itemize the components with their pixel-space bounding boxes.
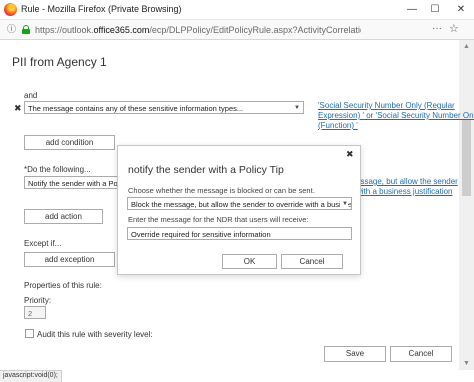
condition-link-line-2[interactable]: Expression) ' or 'Social Security Number…	[318, 111, 474, 121]
scroll-thumb[interactable]	[462, 120, 471, 196]
save-button[interactable]: Save	[324, 346, 386, 362]
maximize-button[interactable]: ☐	[426, 1, 444, 18]
choose-label: Choose whether the message is blocked or…	[128, 186, 315, 195]
action-link-line-2[interactable]: with a business justification	[356, 187, 453, 197]
block-option-value: Block the message, but allow the sender …	[131, 200, 351, 209]
condition-link-line-1[interactable]: 'Social Security Number Only (Regular	[318, 101, 455, 111]
page-title: PII from Agency 1	[12, 55, 107, 69]
priority-input[interactable]: 2	[24, 306, 46, 319]
url-prefix: https://outlook.	[35, 25, 94, 35]
window-titlebar: Rule - Mozilla Firefox (Private Browsing…	[0, 0, 474, 20]
url-domain: office365.com	[93, 25, 150, 35]
dialog-title: notify the sender with a Policy Tip	[128, 164, 284, 176]
action-select-value: Notify the sender with a Po	[28, 179, 118, 188]
ndr-label: Enter the message for the NDR that users…	[128, 215, 309, 224]
policy-tip-dialog: ✖ notify the sender with a Policy Tip Ch…	[117, 145, 361, 275]
add-exception-button[interactable]: add exception	[24, 252, 115, 267]
priority-label: Priority:	[24, 296, 52, 305]
action-link-line-1[interactable]: essage, but allow the sender	[356, 177, 458, 187]
chevron-down-icon: ▼	[340, 201, 348, 207]
ndr-message-input[interactable]: Override required for sensitive informat…	[127, 227, 352, 240]
firefox-logo-icon	[4, 3, 17, 16]
except-if-label: Except if...	[24, 239, 62, 248]
url-path: /ecp/DLPPolicy/EditPolicyRule.aspx?Activ…	[149, 25, 361, 35]
and-label: and	[24, 91, 38, 100]
remove-condition-icon[interactable]: ✖	[14, 103, 22, 114]
condition-link-line-3[interactable]: (Function) '	[318, 121, 358, 131]
bookmark-star-icon[interactable]: ☆	[449, 22, 459, 35]
chevron-down-icon: ▼	[294, 105, 300, 111]
condition-select-value: The message contains any of these sensit…	[28, 104, 244, 113]
window-title: Rule - Mozilla Firefox (Private Browsing…	[21, 4, 182, 14]
audit-label: Audit this rule with severity level:	[37, 330, 153, 339]
url-field[interactable]: https://outlook.office365.com/ecp/DLPPol…	[35, 25, 361, 35]
do-following-label: *Do the following...	[24, 165, 91, 174]
cancel-button[interactable]: Cancel	[390, 346, 452, 362]
address-bar: ⓘ https://outlook.office365.com/ecp/DLPP…	[0, 20, 474, 40]
audit-checkbox[interactable]	[25, 329, 34, 338]
close-icon[interactable]: ✖	[346, 149, 354, 160]
page-scrollbar[interactable]: ▲ ▼	[459, 40, 474, 370]
lock-icon[interactable]	[22, 25, 30, 34]
action-select[interactable]: Notify the sender with a Po	[24, 176, 120, 189]
add-condition-button[interactable]: add condition	[24, 135, 115, 150]
block-option-select[interactable]: Block the message, but allow the sender …	[127, 197, 352, 210]
add-action-button[interactable]: add action	[24, 209, 103, 224]
page-actions-icon[interactable]: ···	[432, 23, 442, 34]
status-bar: javascript:void(0);	[0, 370, 62, 382]
ok-button[interactable]: OK	[222, 254, 277, 269]
condition-select[interactable]: The message contains any of these sensit…	[24, 101, 304, 114]
dialog-cancel-button[interactable]: Cancel	[281, 254, 343, 269]
close-window-button[interactable]: ✕	[452, 1, 470, 18]
scroll-down-icon[interactable]: ▼	[462, 359, 471, 368]
properties-label: Properties of this rule:	[24, 281, 102, 290]
scroll-up-icon[interactable]: ▲	[462, 42, 471, 51]
minimize-button[interactable]: —	[403, 1, 421, 18]
info-icon[interactable]: ⓘ	[6, 24, 17, 35]
